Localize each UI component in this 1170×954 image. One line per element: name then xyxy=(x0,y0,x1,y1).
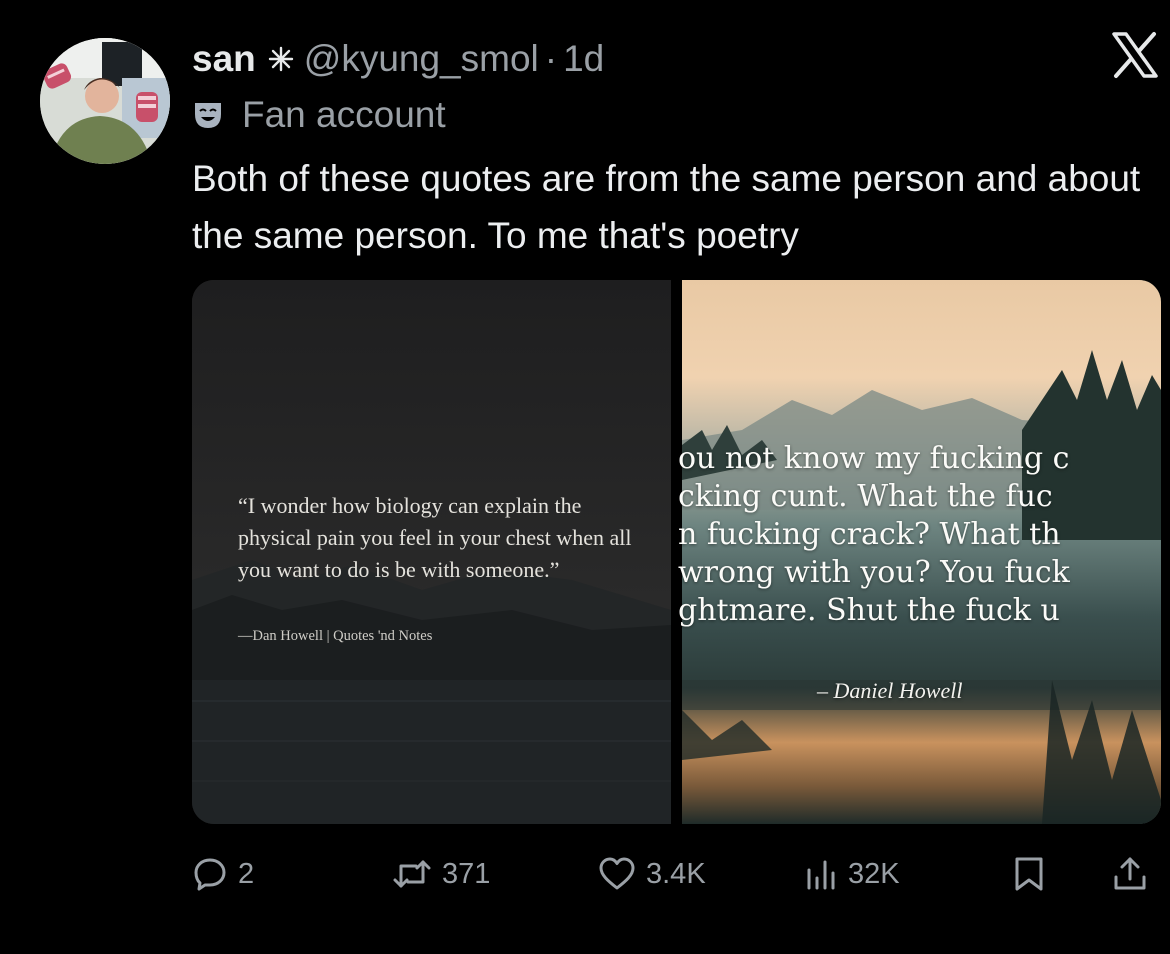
bookmark-icon xyxy=(1015,857,1043,891)
reply-icon xyxy=(194,858,226,891)
repost-count: 371 xyxy=(442,857,491,890)
repost-icon xyxy=(393,860,431,888)
right-quote-line: n fucking crack? What th xyxy=(678,517,1061,552)
author-name[interactable]: san xyxy=(192,38,256,80)
avatar[interactable] xyxy=(40,38,170,164)
media-image-right[interactable]: ou not know my fucking c cking cunt. Wha… xyxy=(678,280,1161,824)
reply-count: 2 xyxy=(238,857,255,890)
left-quote-citation: —Dan Howell | Quotes 'nd Notes xyxy=(238,628,433,644)
fan-account-label: Fan account xyxy=(242,94,446,135)
right-quote-line: cking cunt. What the fuc xyxy=(678,479,1053,514)
heart-icon xyxy=(599,857,635,890)
tweet-text: Both of these quotes are from the same p… xyxy=(192,158,1141,256)
separator-dot: · xyxy=(544,38,558,79)
sparkle-icon xyxy=(268,46,294,72)
media-image-left[interactable]: “I wonder how biology can explain the ph… xyxy=(192,280,671,824)
like-button[interactable]: 3.4K xyxy=(598,846,706,902)
reply-button[interactable]: 2 xyxy=(192,846,254,902)
author-handle[interactable]: @kyung_smol xyxy=(304,38,539,80)
right-quote-line: ghtmare. Shut the fuck u xyxy=(678,593,1060,628)
views-count: 32K xyxy=(848,857,900,890)
action-bar: 2 371 3.4K 32K xyxy=(192,846,1161,902)
tweet-timestamp[interactable]: 1d xyxy=(563,38,604,80)
bookmark-button[interactable] xyxy=(1012,846,1046,902)
share-icon xyxy=(1114,857,1146,890)
right-quote-line: ou not know my fucking c xyxy=(678,441,1070,476)
theater-mask-icon xyxy=(192,99,224,131)
repost-button[interactable]: 371 xyxy=(392,846,490,902)
profile-label: Fan account xyxy=(192,92,446,138)
share-button[interactable] xyxy=(1112,846,1148,902)
tweet-header: san @kyung_smol · 1d xyxy=(192,34,604,84)
right-quote-line: wrong with you? You fuck xyxy=(678,555,1070,590)
left-quote-text: “I wonder how biology can explain the ph… xyxy=(238,493,632,582)
media-grid[interactable]: “I wonder how biology can explain the ph… xyxy=(192,280,1161,824)
x-logo-icon xyxy=(1110,30,1160,80)
views-icon xyxy=(807,860,835,890)
right-quote-text: ou not know my fucking c cking cunt. Wha… xyxy=(678,440,1161,630)
right-quote-citation: – Daniel Howell xyxy=(817,678,963,703)
views-button[interactable]: 32K xyxy=(804,846,900,902)
like-count: 3.4K xyxy=(646,857,706,890)
avatar-image xyxy=(40,38,170,164)
